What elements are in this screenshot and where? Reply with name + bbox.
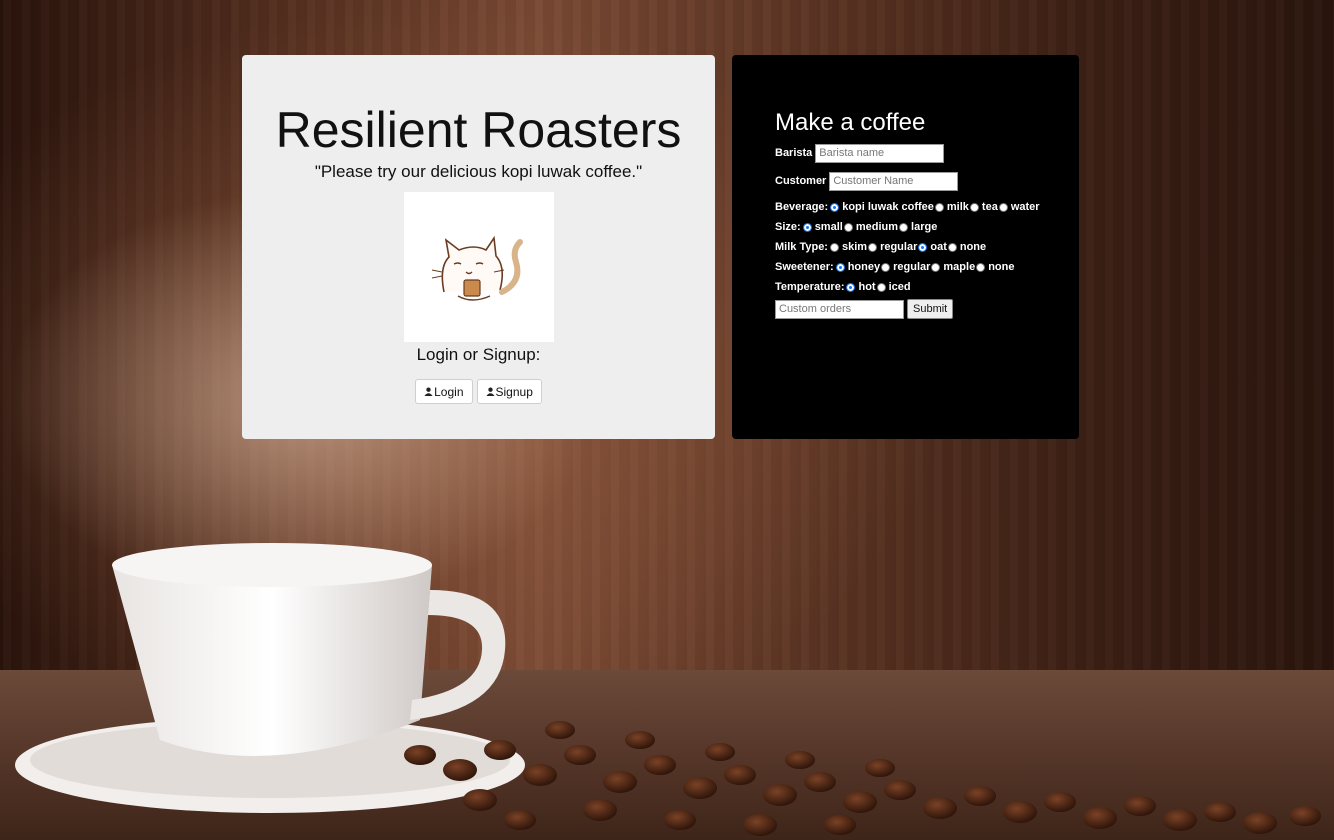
- temperature-option[interactable]: hot: [846, 281, 876, 293]
- custom-order-row: Submit: [775, 299, 1079, 319]
- submit-button[interactable]: Submit: [907, 299, 954, 319]
- radio-button[interactable]: [830, 202, 840, 212]
- radio-option-label: iced: [888, 281, 911, 293]
- barista-field: Barista: [775, 142, 1079, 164]
- order-form-title: Make a coffee: [775, 109, 926, 136]
- radio-option-label: skim: [841, 241, 868, 253]
- site-title: Resilient Roasters: [275, 102, 682, 158]
- milk-type-label: Milk Type:: [775, 241, 828, 253]
- size-option[interactable]: large: [899, 221, 937, 233]
- radio-option-label: none: [988, 261, 1015, 273]
- cat-with-coffee-icon: [403, 192, 554, 342]
- user-icon: [485, 385, 495, 399]
- milk-type-option[interactable]: none: [947, 241, 987, 253]
- radio-option-label: large: [911, 221, 938, 233]
- beverage-option[interactable]: milk: [934, 201, 969, 213]
- radio-button[interactable]: [835, 262, 845, 272]
- radio-button[interactable]: [931, 262, 941, 272]
- sweetener-option[interactable]: regular: [881, 261, 930, 273]
- radio-button[interactable]: [846, 282, 856, 292]
- radio-option-label: regular: [880, 241, 918, 253]
- beverage-radio-group: Beverage: kopi luwak coffee milk tea water: [775, 197, 1079, 217]
- beverage-label: Beverage:: [775, 201, 829, 213]
- size-option[interactable]: small: [802, 221, 843, 233]
- radio-option-label: milk: [946, 201, 969, 213]
- radio-option-label: water: [1010, 201, 1040, 213]
- radio-button[interactable]: [934, 202, 944, 212]
- barista-label: Barista: [775, 147, 813, 159]
- milk-type-option[interactable]: regular: [868, 241, 917, 253]
- size-label: Size:: [775, 221, 801, 233]
- radio-button[interactable]: [843, 222, 853, 232]
- order-form-card: Make a coffee Barista Customer Beverage:…: [732, 55, 1079, 439]
- signup-button[interactable]: Signup: [476, 379, 542, 404]
- radio-button[interactable]: [899, 222, 909, 232]
- site-tagline: "Please try our delicious kopi luwak cof…: [314, 162, 643, 181]
- coffee-cup-illustration: [15, 543, 1321, 836]
- milk-type-option[interactable]: skim: [829, 241, 868, 253]
- size-radio-group: Size: small medium large: [775, 217, 1079, 237]
- auth-buttons: Login Signup: [242, 379, 715, 404]
- radio-button[interactable]: [868, 242, 878, 252]
- customer-label: Customer: [775, 175, 827, 187]
- radio-option-label: kopi luwak coffee: [842, 201, 934, 213]
- custom-orders-input[interactable]: [775, 299, 904, 319]
- radio-button[interactable]: [976, 262, 986, 272]
- login-prompt: Login or Signup:: [416, 345, 541, 364]
- sweetener-option[interactable]: honey: [835, 261, 881, 273]
- temperature-option[interactable]: iced: [876, 281, 911, 293]
- radio-button[interactable]: [918, 242, 928, 252]
- milk-type-option[interactable]: oat: [918, 241, 947, 253]
- radio-option-label: honey: [847, 261, 881, 273]
- temperature-label: Temperature:: [775, 281, 845, 293]
- user-icon: [424, 385, 433, 399]
- beverage-option[interactable]: water: [998, 201, 1040, 213]
- radio-option-label: regular: [893, 261, 931, 273]
- barista-input[interactable]: [815, 143, 945, 163]
- radio-button[interactable]: [969, 202, 979, 212]
- beverage-option[interactable]: kopi luwak coffee: [830, 201, 934, 213]
- temperature-radio-group: Temperature: hot iced: [775, 277, 1079, 297]
- sweetener-option[interactable]: maple: [931, 261, 975, 273]
- welcome-card: Resilient Roasters "Please try our delic…: [242, 55, 715, 439]
- radio-button[interactable]: [881, 262, 891, 272]
- radio-option-label: oat: [930, 241, 947, 253]
- login-button[interactable]: Login: [415, 379, 473, 404]
- sweetener-radio-group: Sweetener: honey regular maple none: [775, 257, 1079, 277]
- login-label: Login: [434, 384, 464, 399]
- sweetener-label: Sweetener:: [775, 261, 834, 273]
- radio-button[interactable]: [998, 202, 1008, 212]
- sweetener-option[interactable]: none: [976, 261, 1014, 273]
- size-option[interactable]: medium: [843, 221, 899, 233]
- radio-option-label: hot: [858, 281, 876, 293]
- signup-label: Signup: [495, 384, 533, 399]
- customer-input[interactable]: [829, 171, 959, 191]
- radio-option-label: tea: [981, 201, 998, 213]
- beverage-option[interactable]: tea: [969, 201, 998, 213]
- customer-field: Customer: [775, 170, 1079, 192]
- radio-option-label: none: [959, 241, 987, 253]
- radio-option-label: maple: [943, 261, 976, 273]
- radio-button[interactable]: [802, 222, 812, 232]
- radio-option-label: medium: [855, 221, 899, 233]
- radio-button[interactable]: [876, 282, 886, 292]
- radio-button[interactable]: [829, 242, 839, 252]
- radio-button[interactable]: [947, 242, 957, 252]
- milk-type-radio-group: Milk Type: skim regular oat none: [775, 237, 1079, 257]
- radio-option-label: small: [814, 221, 843, 233]
